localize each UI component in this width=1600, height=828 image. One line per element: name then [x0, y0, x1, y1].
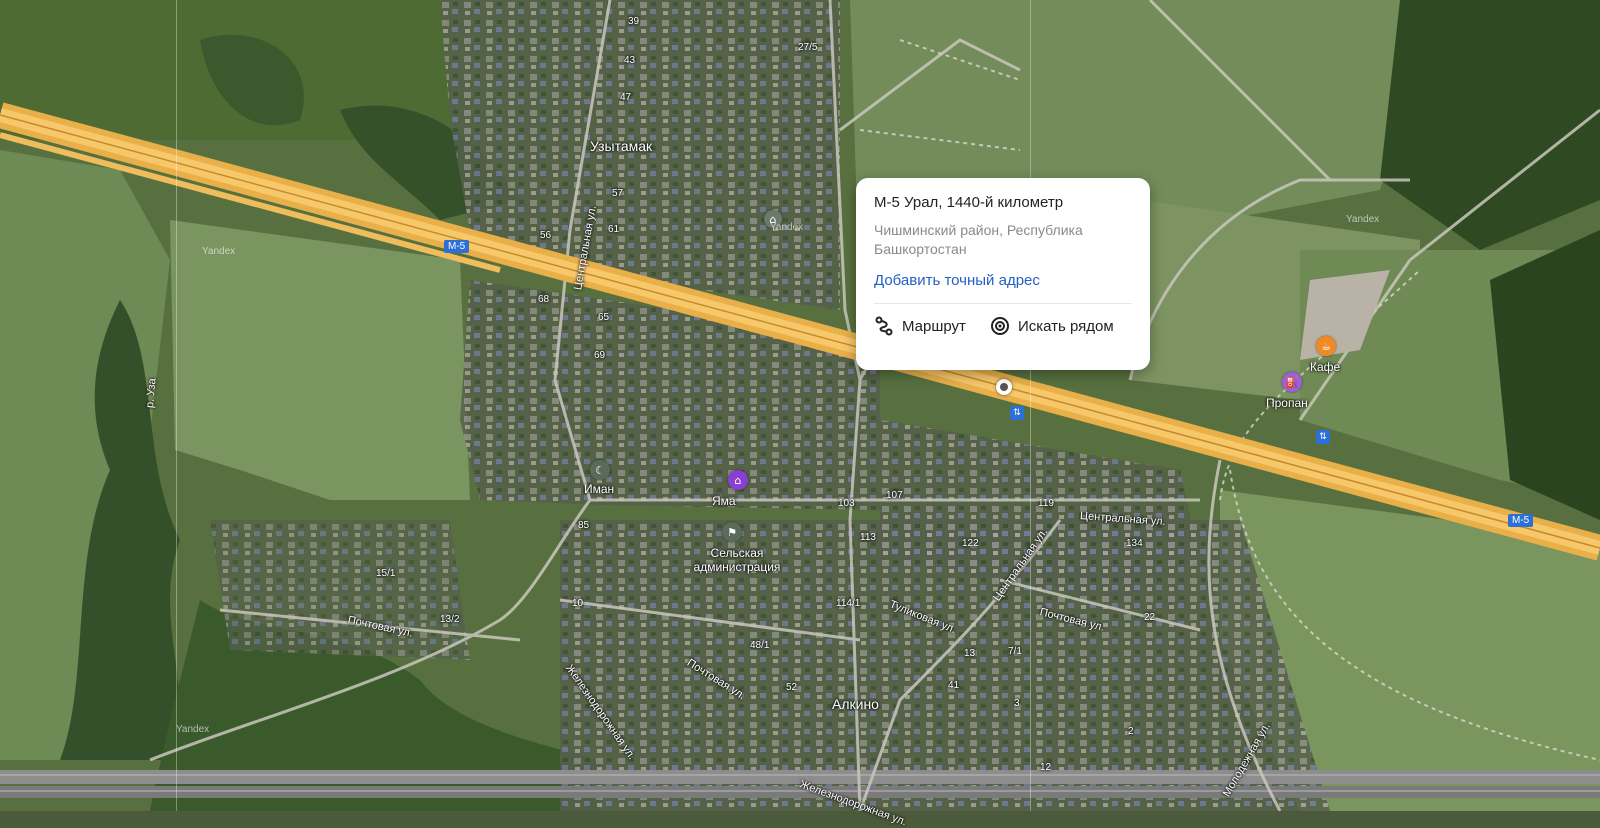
- road-shield-m5: М-5: [444, 240, 470, 253]
- selected-location-marker[interactable]: [996, 379, 1012, 395]
- river-label: р. Уза: [144, 377, 159, 409]
- satellite-map[interactable]: [0, 0, 1600, 811]
- house-number: 107: [886, 490, 903, 501]
- house-number: 43: [624, 55, 636, 66]
- highway-exit-icon[interactable]: ⇅: [1316, 430, 1330, 444]
- house-number: 13: [964, 648, 976, 659]
- poi-iman-label[interactable]: Иман: [584, 482, 614, 496]
- house-number: 122: [962, 538, 979, 549]
- tile-gridline: [176, 0, 177, 811]
- place-alkino: Алкино: [832, 696, 879, 712]
- house-number: 47: [620, 92, 632, 103]
- yandex-watermark: Yandex: [202, 246, 236, 257]
- house-number: 39: [628, 16, 640, 27]
- government-flag-icon[interactable]: ⚑: [722, 522, 742, 542]
- road-shield-m5: М-5: [1508, 514, 1534, 527]
- house-number: 3: [1014, 698, 1020, 709]
- house-number: 65: [598, 312, 610, 323]
- house-number: 27/5: [798, 42, 818, 53]
- place-uzytamak: Узытамак: [590, 138, 653, 154]
- house-number: 22: [1144, 612, 1156, 623]
- place-title: М-5 Урал, 1440-й километр: [874, 194, 1064, 211]
- mosque-icon[interactable]: ☾: [590, 460, 610, 480]
- house-number: 7/1: [1008, 646, 1022, 657]
- place-info-card: М-5 Урал, 1440-й километр Чишминский рай…: [856, 178, 1150, 370]
- house-number: 103: [838, 498, 855, 509]
- house-number: 13/2: [440, 614, 460, 625]
- target-icon: [990, 316, 1010, 336]
- add-exact-address-link[interactable]: Добавить точный адрес: [874, 272, 1132, 289]
- poi-yama-label[interactable]: Яма: [712, 494, 736, 508]
- poi-propane-label[interactable]: Пропан: [1266, 396, 1308, 410]
- house-number: 68: [538, 294, 550, 305]
- house-number: 10: [572, 598, 584, 609]
- hotel-icon[interactable]: ⌂: [728, 470, 748, 490]
- house-number: 52: [786, 682, 798, 693]
- route-button[interactable]: Маршрут: [874, 316, 966, 336]
- place-address: Чишминский район, Республика Башкортоста…: [874, 222, 1083, 257]
- house-number: 15/1: [376, 568, 396, 579]
- route-icon: [874, 316, 894, 336]
- poi-cafe-label[interactable]: Кафе: [1310, 360, 1340, 374]
- card-actions: Маршрут Искать рядом: [874, 316, 1132, 336]
- house-number: 119: [1038, 498, 1054, 509]
- house-number: 61: [608, 224, 620, 235]
- poi-admin-label[interactable]: Сельская администрация: [682, 546, 792, 574]
- yandex-watermark: Yandex: [770, 222, 804, 233]
- house-number: 114/1: [836, 598, 861, 609]
- house-number: 85: [578, 520, 590, 531]
- yandex-watermark: Yandex: [176, 724, 210, 735]
- house-number: 69: [594, 350, 606, 361]
- house-number: 56: [540, 230, 552, 241]
- route-label: Маршрут: [902, 317, 966, 335]
- yandex-watermark: Yandex: [1346, 214, 1380, 225]
- house-number: 12: [1040, 762, 1052, 773]
- house-number: 48/1: [750, 640, 770, 651]
- house-number: 113: [860, 532, 876, 543]
- search-nearby-button[interactable]: Искать рядом: [990, 316, 1114, 336]
- search-nearby-label: Искать рядом: [1017, 317, 1114, 335]
- highway-exit-icon[interactable]: ⇅: [1010, 406, 1024, 420]
- fuel-station-icon[interactable]: ⛽: [1282, 372, 1302, 392]
- house-number: 57: [612, 188, 624, 199]
- cafe-icon[interactable]: ☕: [1316, 336, 1336, 356]
- house-number: 41: [948, 680, 960, 691]
- tile-gridline: [1030, 0, 1031, 811]
- house-number: 2: [1128, 726, 1134, 737]
- house-number: 134: [1126, 538, 1143, 549]
- card-divider: [874, 303, 1132, 304]
